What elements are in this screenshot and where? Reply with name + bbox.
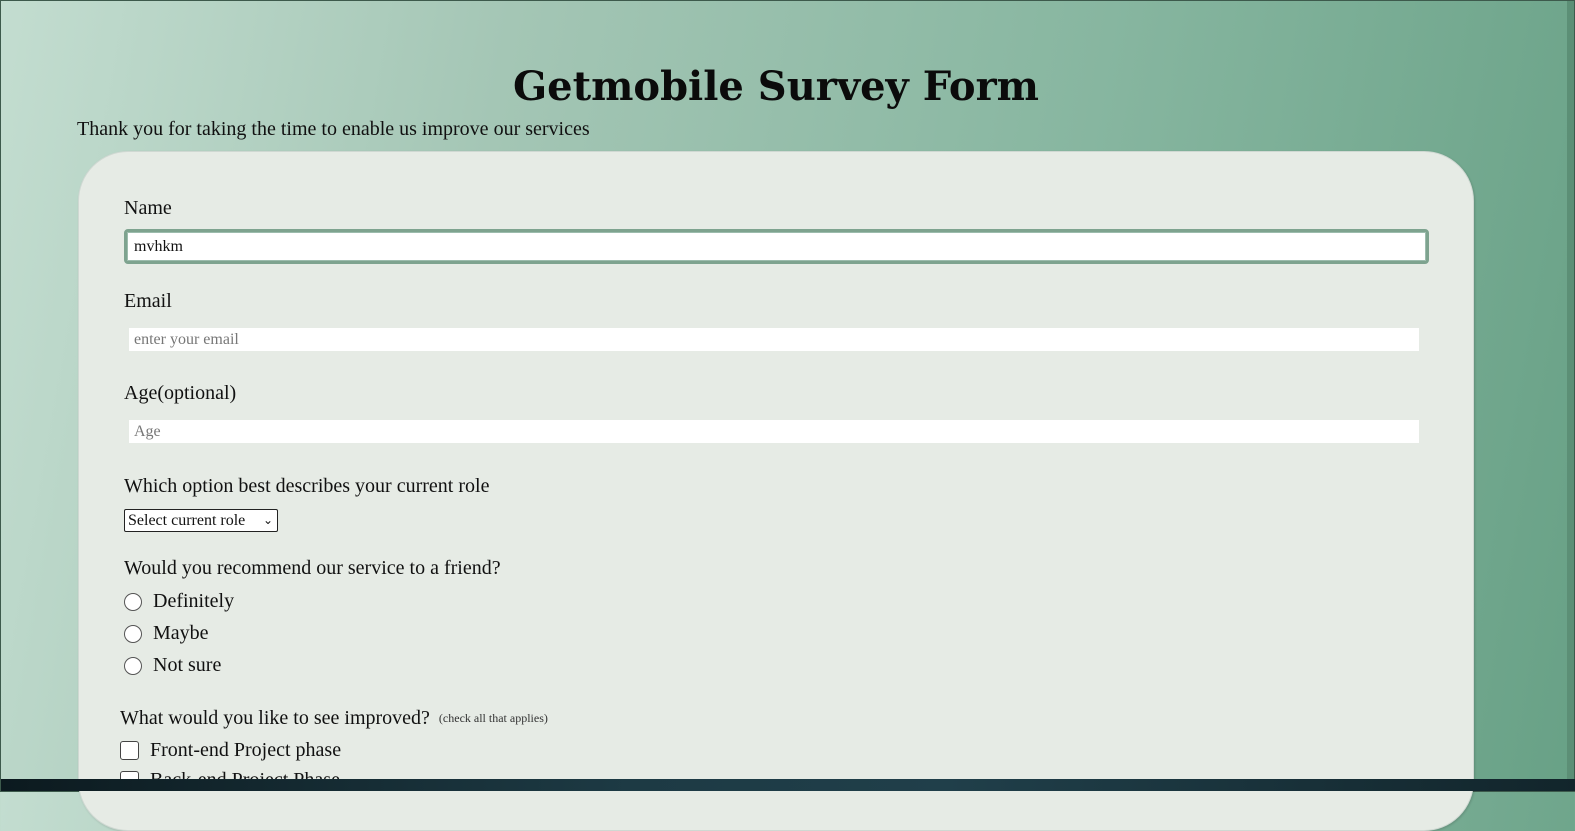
email-input[interactable] (129, 328, 1419, 351)
name-input[interactable] (124, 229, 1429, 264)
radio-button[interactable] (124, 656, 142, 675)
recommend-option-definitely[interactable]: Definitely (124, 590, 234, 613)
radio-button[interactable] (124, 624, 142, 643)
name-label: Name (124, 197, 172, 219)
checkbox-label: Front-end Project phase (150, 739, 342, 761)
chevron-down-icon: ⌄ (262, 513, 273, 527)
role-label: Which option best describes your current… (124, 475, 490, 497)
page-subtitle: Thank you for taking the time to enable … (77, 118, 590, 140)
radio-label: Maybe (153, 622, 209, 644)
role-select[interactable]: Select current role ⌄ (124, 509, 278, 532)
age-label: Age(optional) (124, 382, 237, 404)
improve-label: What would you like to see improved? (120, 707, 430, 729)
checkbox[interactable] (120, 741, 139, 760)
recommend-option-not-sure[interactable]: Not sure (124, 654, 221, 677)
taskbar (1, 779, 1575, 791)
recommend-label: Would you recommend our service to a fri… (124, 557, 501, 579)
role-select-value: Select current role (128, 512, 246, 529)
age-input[interactable] (129, 420, 1419, 443)
improve-option-frontend[interactable]: Front-end Project phase (120, 739, 341, 762)
window-edge (1567, 1, 1574, 781)
radio-label: Not sure (153, 654, 222, 676)
page-title: Getmobile Survey Form (512, 63, 1039, 110)
email-label: Email (124, 290, 172, 312)
improve-hint: (check all that applies) (438, 711, 548, 725)
radio-label: Definitely (153, 590, 235, 612)
improve-heading: What would you like to see improved? (ch… (120, 707, 548, 730)
radio-button[interactable] (124, 592, 142, 611)
survey-form-card: Name Email Age(optional) Which option be… (78, 151, 1474, 831)
recommend-option-maybe[interactable]: Maybe (124, 622, 209, 645)
